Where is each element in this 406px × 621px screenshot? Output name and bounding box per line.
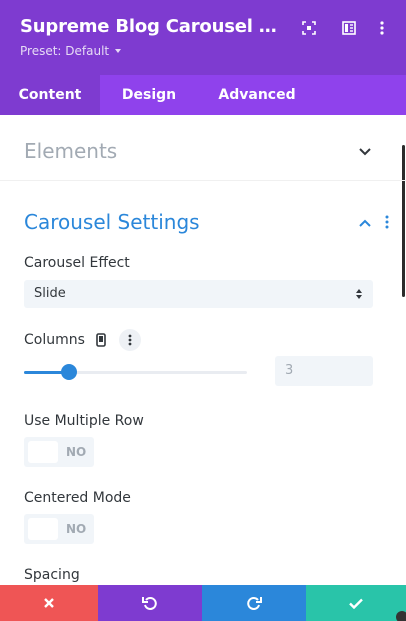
section-divider xyxy=(0,180,406,181)
columns-label: Columns xyxy=(24,332,85,348)
chevron-down-icon[interactable] xyxy=(356,143,374,161)
undo-icon xyxy=(142,597,157,610)
select-arrows-icon xyxy=(356,289,362,299)
centered-mode-state: NO xyxy=(66,522,87,536)
section-elements-title[interactable]: Elements xyxy=(24,139,117,163)
tab-bar: Content Design Advanced xyxy=(0,75,406,115)
multiple-row-label: Use Multiple Row xyxy=(24,413,144,429)
caret-down-icon xyxy=(115,49,122,53)
split-view-icon[interactable] xyxy=(339,18,359,38)
tab-advanced[interactable]: Advanced xyxy=(198,75,316,115)
modal-header: Supreme Blog Carousel Setti... Preset: D… xyxy=(0,0,406,75)
centered-mode-toggle[interactable]: NO xyxy=(24,514,94,544)
centered-mode-label: Centered Mode xyxy=(24,490,131,506)
more-vertical-icon[interactable] xyxy=(372,18,392,38)
action-footer xyxy=(0,585,406,621)
discard-button[interactable] xyxy=(0,585,98,621)
modal-title: Supreme Blog Carousel Setti... xyxy=(20,16,288,37)
section-more-icon[interactable] xyxy=(378,213,396,231)
columns-input[interactable]: 3 xyxy=(275,356,373,386)
fullscreen-icon[interactable] xyxy=(299,18,319,38)
carousel-effect-label: Carousel Effect xyxy=(24,255,130,271)
redo-icon xyxy=(247,597,262,610)
chevron-up-icon[interactable] xyxy=(356,214,374,232)
redo-button[interactable] xyxy=(202,585,306,621)
carousel-effect-select[interactable]: Slide xyxy=(24,280,373,308)
columns-slider-track[interactable] xyxy=(24,371,247,374)
toggle-knob xyxy=(28,441,58,463)
columns-options-icon[interactable] xyxy=(119,329,141,351)
columns-slider-thumb[interactable] xyxy=(60,364,77,380)
tab-content[interactable]: Content xyxy=(0,75,100,115)
preset-label: Preset: Default xyxy=(20,44,110,58)
save-button[interactable] xyxy=(306,585,406,621)
help-button[interactable] xyxy=(396,611,406,621)
spacing-label: Spacing xyxy=(24,567,80,583)
carousel-effect-value: Slide xyxy=(34,286,66,301)
multiple-row-state: NO xyxy=(66,445,87,459)
multiple-row-toggle[interactable]: NO xyxy=(24,437,94,467)
mobile-icon[interactable] xyxy=(92,331,110,349)
toggle-knob xyxy=(28,518,58,540)
scrollbar[interactable] xyxy=(402,145,405,297)
preset-dropdown[interactable]: Preset: Default xyxy=(20,44,122,58)
section-carousel-title[interactable]: Carousel Settings xyxy=(24,210,200,234)
undo-button[interactable] xyxy=(98,585,202,621)
discard-icon xyxy=(44,598,54,608)
tab-design[interactable]: Design xyxy=(100,75,198,115)
save-icon xyxy=(349,598,363,609)
